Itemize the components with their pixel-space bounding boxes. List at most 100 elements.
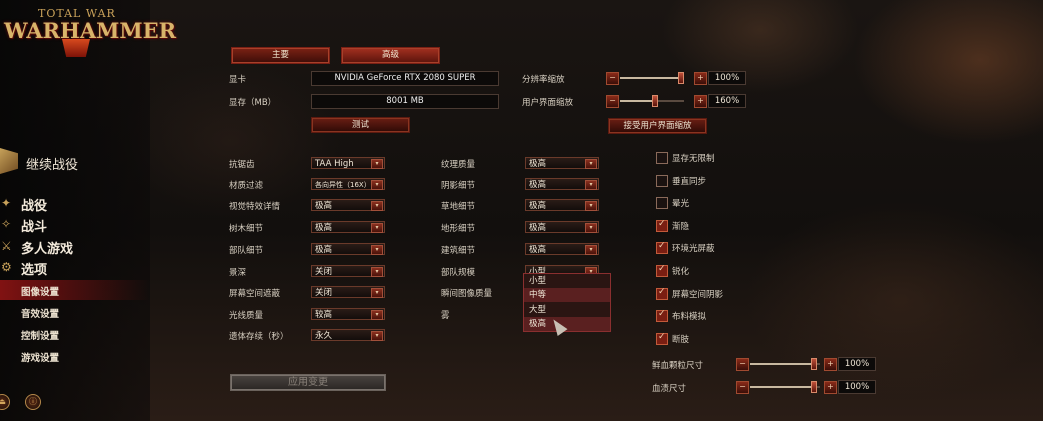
sidebar-item-label: 战斗 — [21, 220, 48, 235]
chevron-down-icon[interactable]: ▾ — [371, 223, 383, 233]
setting-dropdown[interactable]: TAA High ▾ — [311, 157, 385, 169]
blood-particle-value: 100% — [838, 357, 876, 371]
minus-icon[interactable]: − — [606, 72, 619, 85]
subnav-label: 音效设置 — [21, 309, 60, 320]
setting-dropdown[interactable]: 极高 ▾ — [311, 199, 385, 211]
blood-particle-slider[interactable]: − + 100% — [736, 357, 876, 371]
ui-scale-slider[interactable]: − + 160% — [606, 94, 746, 108]
setting-dropdown[interactable]: 极高 ▾ — [525, 157, 599, 169]
resolution-scale-value: 100% — [708, 71, 746, 85]
slider-fill — [750, 386, 815, 388]
slider-fill — [620, 100, 656, 102]
checkbox[interactable] — [656, 197, 668, 210]
slider-knob[interactable] — [652, 95, 659, 107]
setting-dropdown[interactable]: 各向异性（16X） ▾ — [311, 178, 385, 190]
subnav-audio[interactable]: 音效设置 — [0, 302, 150, 322]
chevron-down-icon[interactable]: ▾ — [371, 288, 383, 298]
resolution-scale-slider[interactable]: − + 100% — [606, 71, 746, 85]
tab-basic[interactable]: 主要 — [231, 47, 330, 64]
dropdown-option[interactable]: 中等 — [524, 288, 610, 302]
setting-label: 雾 — [441, 311, 450, 321]
vram-label: 显存（MB） — [229, 98, 277, 108]
continue-campaign-button[interactable]: 继续战役 — [0, 148, 150, 176]
sidebar-item-options[interactable]: ⚙ 选项 — [0, 257, 150, 278]
checkbox[interactable] — [656, 264, 668, 277]
exit-icon[interactable]: ⏏ — [0, 394, 10, 410]
setting-dropdown[interactable]: 极高 ▾ — [311, 243, 385, 255]
blood-decal-slider[interactable]: − + 100% — [736, 380, 876, 394]
accept-ui-scale-button[interactable]: 接受用户界面缩放 — [608, 118, 707, 134]
plus-icon[interactable]: + — [824, 381, 837, 394]
background-art — [0, 0, 1043, 421]
checkbox[interactable] — [656, 174, 668, 187]
apply-changes-button[interactable]: 应用变更 — [230, 374, 386, 391]
setting-dropdown[interactable]: 极高 ▾ — [525, 199, 599, 211]
setting-label: 纹理质量 — [441, 160, 476, 170]
chevron-down-icon[interactable]: ▾ — [585, 223, 597, 233]
slider-knob[interactable] — [811, 381, 818, 393]
sidebar-item-battle[interactable]: ✧ 战斗 — [0, 214, 150, 235]
minus-icon[interactable]: − — [606, 95, 619, 108]
checkbox-label: 晕光 — [672, 199, 690, 210]
chevron-down-icon[interactable]: ▾ — [371, 201, 383, 211]
logo-main-text: WARHAMMER — [4, 18, 177, 43]
slider-knob[interactable] — [811, 358, 818, 370]
setting-label: 部队细节 — [229, 246, 264, 256]
setting-label: 草地细节 — [441, 202, 476, 212]
setting-dropdown[interactable]: 关闭 ▾ — [311, 286, 385, 298]
minus-icon[interactable]: − — [736, 358, 749, 371]
setting-dropdown[interactable]: 较高 ▾ — [311, 308, 385, 320]
plus-icon[interactable]: + — [694, 95, 707, 108]
setting-label: 景深 — [229, 268, 247, 278]
checkbox[interactable] — [656, 152, 668, 164]
multiplayer-icon: ⚔ — [1, 239, 12, 253]
setting-label: 抗锯齿 — [229, 160, 255, 170]
setting-dropdown[interactable]: 关闭 ▾ — [311, 265, 385, 277]
checkbox[interactable] — [656, 241, 668, 255]
checkbox-label: 锐化 — [672, 267, 690, 277]
unit-size-dropdown-list[interactable]: 小型 中等 大型 极高 — [523, 273, 611, 332]
chevron-down-icon[interactable]: ▾ — [585, 159, 597, 169]
setting-dropdown[interactable]: 极高 ▾ — [525, 221, 599, 233]
checkbox-label: 断肢 — [672, 334, 690, 345]
chevron-down-icon[interactable]: ▾ — [371, 245, 383, 255]
setting-value: 较高 — [315, 310, 333, 320]
slider-knob[interactable] — [677, 72, 684, 84]
setting-value: 极高 — [529, 159, 547, 169]
subnav-game[interactable]: 游戏设置 — [0, 346, 150, 366]
setting-dropdown[interactable]: 极高 ▾ — [525, 178, 599, 190]
chevron-down-icon[interactable]: ▾ — [585, 180, 597, 190]
sidebar-item-campaign[interactable]: ✦ 战役 — [0, 193, 150, 214]
sidebar-item-multiplayer[interactable]: ⚔ 多人游戏 — [0, 236, 150, 257]
chevron-down-icon[interactable]: ▾ — [371, 267, 383, 277]
info-icon[interactable]: ⓘ — [25, 394, 41, 410]
checkbox[interactable] — [656, 287, 668, 300]
plus-icon[interactable]: + — [824, 358, 837, 371]
chevron-down-icon[interactable]: ▾ — [585, 201, 597, 211]
setting-dropdown[interactable]: 极高 ▾ — [311, 221, 385, 233]
chevron-down-icon[interactable]: ▾ — [371, 310, 383, 320]
setting-dropdown[interactable]: 永久 ▾ — [311, 329, 385, 341]
plus-icon[interactable]: + — [694, 72, 707, 85]
checkbox[interactable] — [656, 309, 668, 323]
minus-icon[interactable]: − — [736, 381, 749, 394]
chevron-down-icon[interactable]: ▾ — [371, 180, 383, 190]
setting-dropdown[interactable]: 极高 ▾ — [525, 243, 599, 255]
setting-value: 极高 — [315, 223, 333, 233]
checkbox[interactable] — [656, 332, 668, 345]
subnav-graphics[interactable]: 图像设置 — [0, 280, 150, 300]
subnav-controls[interactable]: 控制设置 — [0, 324, 150, 344]
campaign-icon: ✦ — [1, 196, 12, 210]
checkbox[interactable] — [656, 219, 668, 232]
test-button[interactable]: 测试 — [311, 117, 410, 133]
setting-value: TAA High — [315, 159, 354, 169]
ui-scale-value: 160% — [708, 94, 746, 108]
dropdown-option[interactable]: 大型 — [524, 303, 610, 317]
setting-label: 部队规模 — [441, 268, 476, 278]
options-icon: ⚙ — [1, 260, 12, 274]
dropdown-option[interactable]: 小型 — [524, 274, 610, 288]
chevron-down-icon[interactable]: ▾ — [371, 159, 383, 169]
tab-advanced[interactable]: 高级 — [341, 47, 440, 64]
chevron-down-icon[interactable]: ▾ — [371, 331, 383, 341]
chevron-down-icon[interactable]: ▾ — [585, 245, 597, 255]
